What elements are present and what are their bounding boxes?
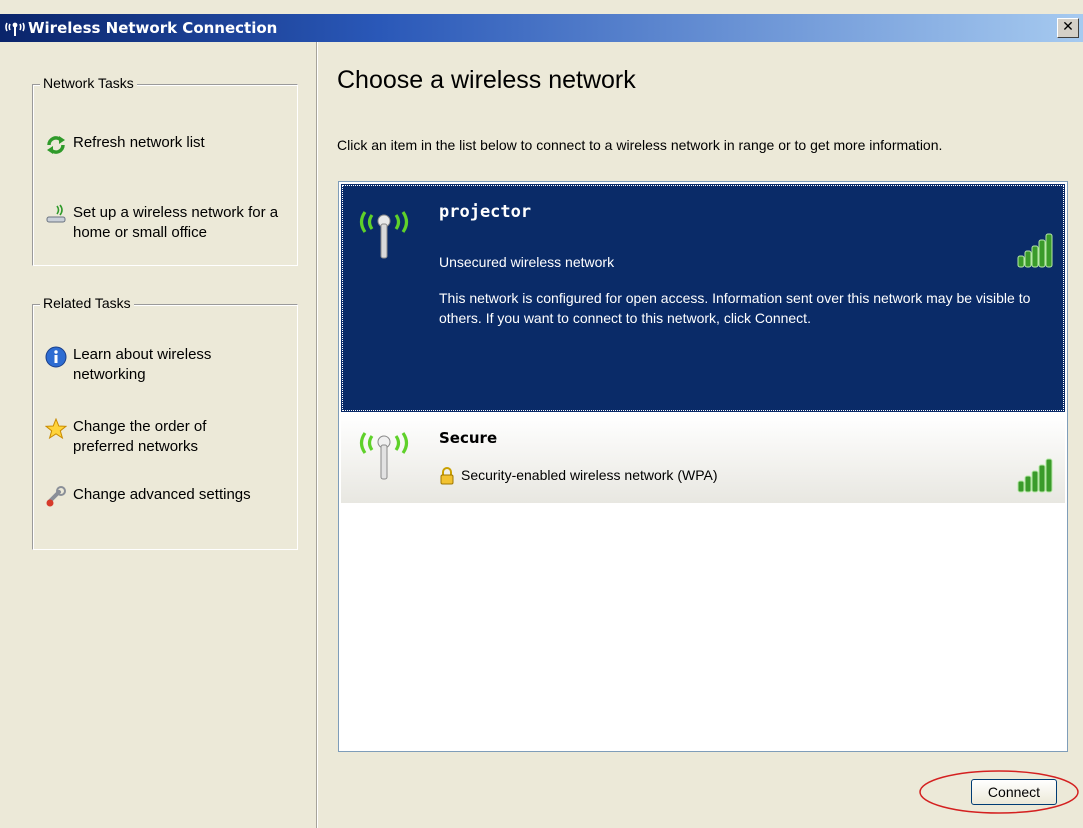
refresh-network-list-link[interactable]: Refresh network list bbox=[45, 133, 205, 156]
wireless-icon bbox=[5, 22, 25, 36]
network-list[interactable]: projector Unsecured wireless network Thi… bbox=[338, 181, 1068, 752]
close-icon: ✕ bbox=[1062, 19, 1074, 35]
settings-icon bbox=[46, 486, 66, 507]
learn-wireless-networking-label: Learn about wireless networking bbox=[73, 346, 212, 383]
change-preferred-order-link[interactable]: Change the order of preferred networks bbox=[45, 417, 265, 457]
network-item-projector[interactable]: projector Unsecured wireless network Thi… bbox=[341, 184, 1065, 412]
window-title: Wireless Network Connection bbox=[28, 19, 278, 37]
wireless-antenna-icon bbox=[359, 432, 409, 480]
signal-strength-icon bbox=[1017, 233, 1053, 268]
pane-divider bbox=[316, 42, 318, 828]
change-advanced-settings-link[interactable]: Change advanced settings bbox=[45, 485, 265, 508]
star-icon bbox=[45, 418, 67, 440]
task-pane: Network Tasks Refresh network list Set u… bbox=[16, 42, 316, 828]
network-tasks-group: Network Tasks Refresh network list Set u… bbox=[32, 75, 298, 266]
page-title: Choose a wireless network bbox=[337, 66, 636, 94]
learn-wireless-networking-link[interactable]: Learn about wireless networking bbox=[45, 345, 265, 385]
lock-icon bbox=[440, 467, 454, 485]
network-tasks-title: Network Tasks bbox=[40, 75, 137, 91]
setup-wireless-network-label: Set up a wireless network for a home or … bbox=[73, 204, 279, 241]
page-description: Click an item in the list below to conne… bbox=[337, 137, 943, 153]
refresh-icon bbox=[47, 136, 65, 154]
wireless-antenna-icon bbox=[359, 211, 409, 259]
network-name: projector bbox=[439, 202, 532, 222]
network-info: This network is configured for open acce… bbox=[439, 290, 1031, 326]
signal-strength-icon bbox=[1017, 458, 1053, 493]
network-name: Secure bbox=[439, 429, 498, 447]
change-preferred-order-label: Change the order of preferred networks bbox=[73, 418, 207, 455]
setup-wireless-icon bbox=[46, 204, 66, 223]
info-icon bbox=[45, 346, 67, 368]
connect-button[interactable]: Connect bbox=[971, 779, 1057, 805]
network-status: Security-enabled wireless network (WPA) bbox=[461, 467, 718, 483]
title-bar: Wireless Network Connection ✕ bbox=[0, 14, 1083, 42]
setup-wireless-network-link[interactable]: Set up a wireless network for a home or … bbox=[45, 203, 295, 243]
refresh-network-list-label: Refresh network list bbox=[73, 134, 205, 151]
related-tasks-group: Related Tasks Learn about wireless netwo… bbox=[32, 295, 298, 550]
close-button[interactable]: ✕ bbox=[1057, 18, 1079, 38]
related-tasks-title: Related Tasks bbox=[40, 295, 134, 311]
network-item-secure[interactable]: Secure Security-enabled wireless network… bbox=[341, 415, 1065, 503]
network-status: Unsecured wireless network bbox=[439, 254, 615, 270]
change-advanced-settings-label: Change advanced settings bbox=[73, 486, 251, 503]
wireless-network-connection-window: Wireless Network Connection ✕ Network Ta… bbox=[0, 0, 1083, 828]
